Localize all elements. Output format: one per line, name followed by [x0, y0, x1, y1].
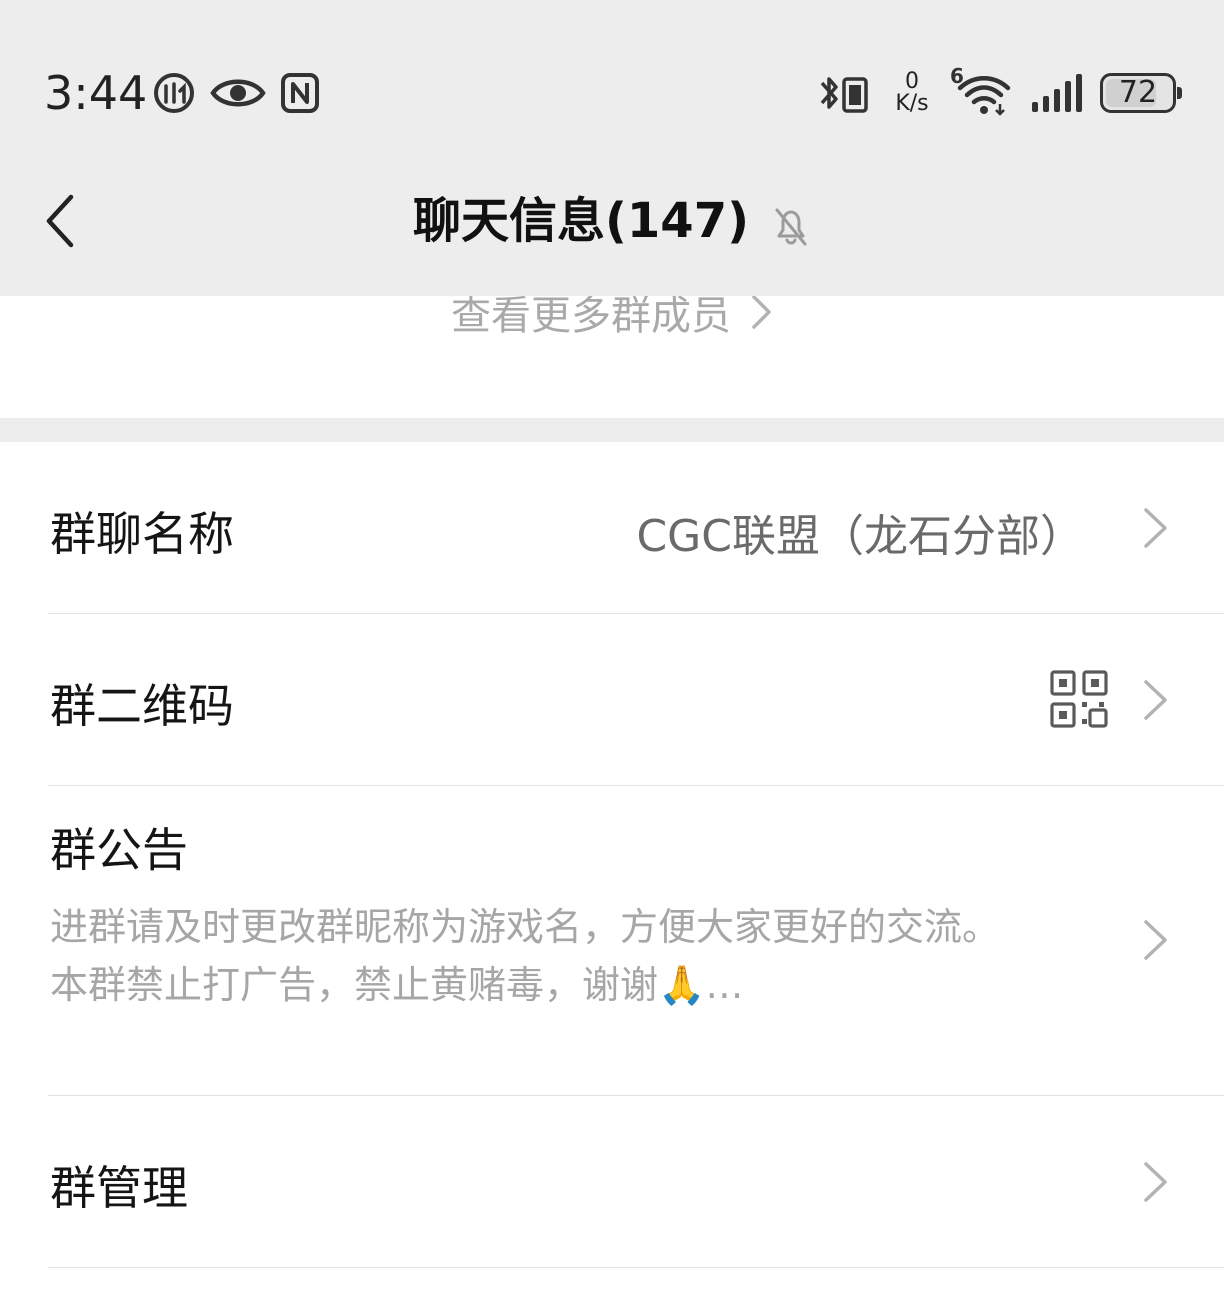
group-notice-label: 群公告	[50, 823, 188, 877]
group-notice-row[interactable]: 群公告 进群请及时更改群昵称为游戏名，方便大家更好的交流。 本群禁止打广告，禁止…	[0, 786, 1224, 1096]
message-badge-icon	[154, 73, 194, 113]
chevron-right-icon	[1144, 680, 1167, 720]
network-speed: 0 K/s	[890, 71, 934, 115]
chevron-right-icon	[752, 295, 771, 329]
group-manage-row[interactable]: 群管理	[0, 1096, 1224, 1268]
battery-icon: 72	[1100, 73, 1182, 113]
status-time: 3:44	[44, 66, 148, 120]
header: 3:44 0 K/s 6 72 聊天信息(147)	[0, 0, 1224, 296]
group-notice-text: 进群请及时更改群昵称为游戏名，方便大家更好的交流。 本群禁止打广告，禁止黄赌毒，…	[50, 905, 1001, 1007]
group-qr-code-row[interactable]: 群二维码	[0, 614, 1224, 786]
page-title: 聊天信息(147)	[412, 193, 750, 249]
network-speed-value: 0	[905, 69, 919, 94]
qr-code-icon	[1050, 670, 1108, 728]
nav-bar: 聊天信息(147)	[0, 160, 1224, 284]
status-bar: 3:44 0 K/s 6 72	[0, 40, 1224, 144]
chevron-right-icon	[1144, 1162, 1167, 1202]
group-manage-label: 群管理	[50, 1161, 188, 1215]
eye-icon	[210, 79, 266, 107]
group-name-value: CGC联盟（龙石分部）	[636, 511, 1084, 562]
chevron-right-icon	[1144, 920, 1167, 960]
chevron-right-icon	[1144, 508, 1167, 548]
bluetooth-vibrate-icon	[820, 77, 868, 113]
nav-title-group: 聊天信息(147)	[0, 188, 1224, 254]
status-left-icons	[152, 70, 320, 116]
group-name-label: 群聊名称	[50, 507, 234, 561]
row-divider	[48, 1267, 1224, 1268]
battery-tip	[1177, 87, 1182, 99]
group-name-row[interactable]: 群聊名称 CGC联盟（龙石分部）	[0, 442, 1224, 614]
bell-off-icon	[775, 208, 807, 246]
group-qr-code-label: 群二维码	[50, 679, 234, 733]
nfc-icon	[281, 73, 319, 113]
section-divider	[0, 418, 1224, 442]
wifi-icon	[957, 76, 1011, 116]
signal-icon	[1032, 74, 1082, 112]
status-right-icons: 0 K/s 6 72	[814, 64, 1182, 118]
network-speed-unit: K/s	[895, 91, 929, 116]
battery-level: 72	[1118, 75, 1158, 110]
wifi-indicator: 6	[950, 64, 1014, 118]
